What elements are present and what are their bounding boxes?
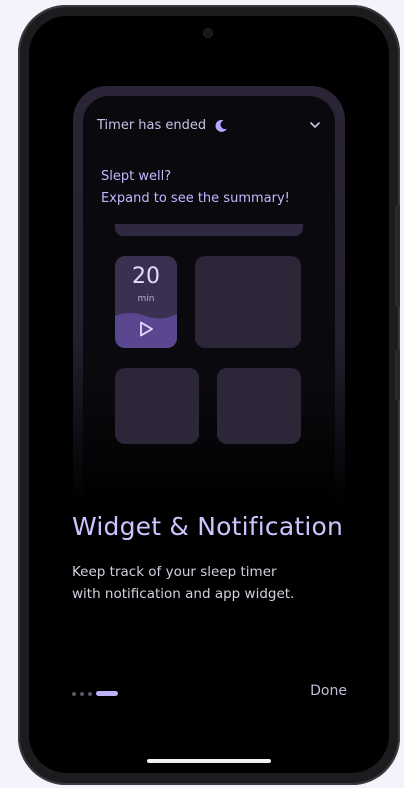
page-dot-4-active[interactable] (96, 691, 118, 696)
timer-minutes: 20 (132, 264, 160, 289)
page-dot-3[interactable] (88, 691, 92, 696)
home-indicator[interactable] (147, 759, 271, 763)
notification-line-1: Slept well? (101, 169, 172, 184)
front-camera (204, 29, 212, 37)
page-title: Widget & Notification (72, 512, 344, 541)
page-description: Keep track of your sleep timer with noti… (72, 561, 294, 605)
play-icon (140, 321, 153, 337)
notification-body: Slept well? Expand to see the summary! (101, 166, 290, 210)
done-button[interactable]: Done (310, 683, 347, 699)
notification-line-2: Expand to see the summary! (101, 191, 290, 206)
preview-phone: Timer has ended Slept well? Expand to se… (73, 86, 345, 506)
description-line-1: Keep track of your sleep timer (72, 564, 277, 580)
notification-header: Timer has ended (97, 118, 228, 133)
description-line-2: with notification and app widget. (72, 586, 295, 602)
power-button (395, 350, 400, 400)
timer-widget: 20 min (115, 256, 177, 348)
moon-icon (215, 119, 227, 132)
page-dot-2[interactable] (80, 691, 84, 696)
notification-title: Timer has ended (97, 118, 207, 133)
page-indicator (72, 691, 118, 696)
timer-unit: min (137, 294, 155, 304)
notification-card-edge (115, 224, 303, 236)
volume-button (395, 205, 400, 307)
phone-screen: Timer has ended Slept well? Expand to se… (29, 16, 389, 773)
preview-screen: Timer has ended Slept well? Expand to se… (83, 96, 335, 506)
chevron-down-icon (310, 122, 320, 128)
widget-placeholder-small-2 (217, 368, 301, 444)
widget-placeholder-small-1 (115, 368, 199, 444)
widget-placeholder-large (195, 256, 301, 348)
page-dot-1[interactable] (72, 691, 76, 696)
